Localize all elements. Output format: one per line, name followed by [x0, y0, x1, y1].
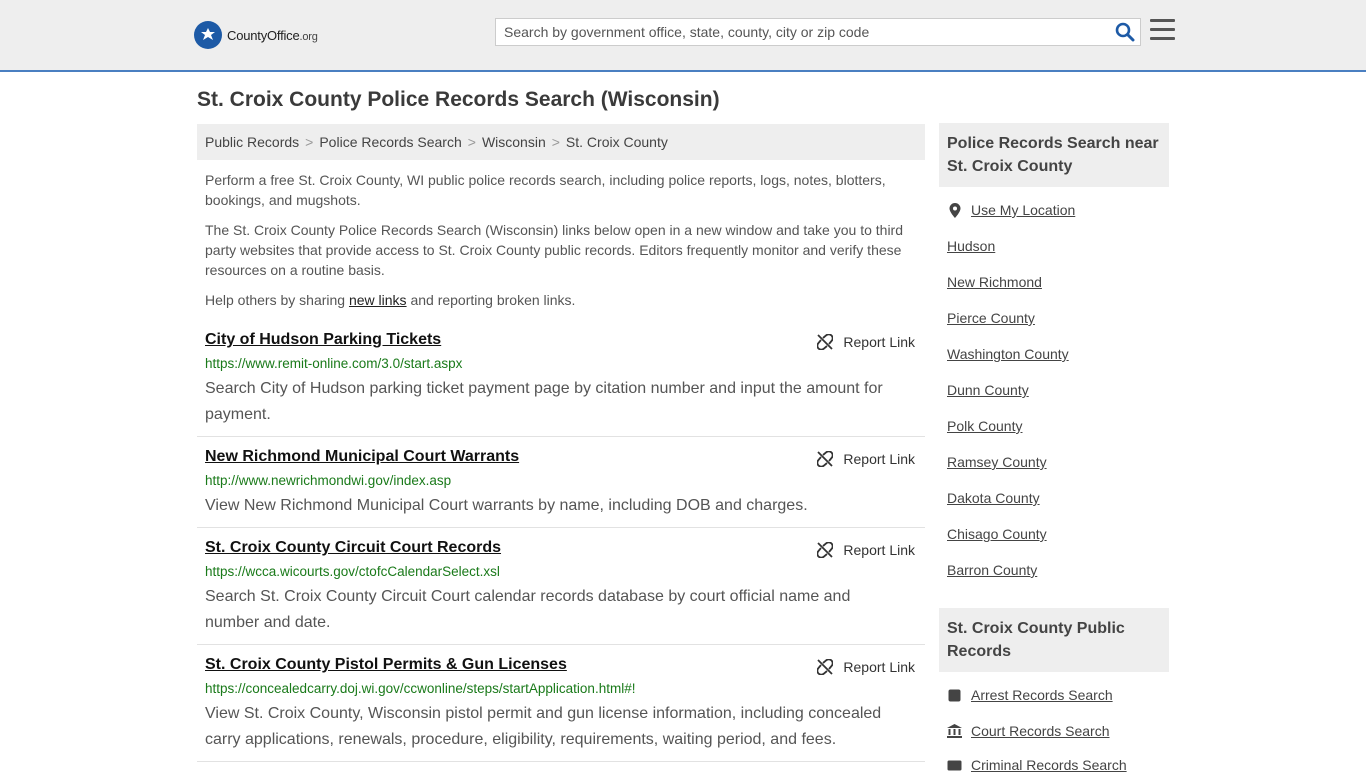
broken-link-icon — [817, 542, 834, 558]
breadcrumb-separator: > — [551, 134, 560, 150]
breadcrumb-wisconsin[interactable]: Wisconsin — [482, 134, 546, 150]
site-logo[interactable]: CountyOffice.org — [194, 20, 318, 50]
search-button[interactable] — [1114, 22, 1136, 42]
logo-text: CountyOffice.org — [227, 27, 318, 43]
breadcrumb-separator: > — [467, 134, 476, 150]
result-title-link[interactable]: City of Hudson Parking Tickets — [205, 331, 441, 349]
breadcrumb-st-croix-county[interactable]: St. Croix County — [566, 134, 668, 150]
sidebar-item-ramsey-county[interactable]: Ramsey County — [947, 454, 1047, 470]
courthouse-icon — [947, 724, 962, 738]
sidebar-item-barron-county[interactable]: Barron County — [947, 562, 1037, 578]
broken-link-icon — [817, 451, 834, 467]
sidebar-item-chisago-county[interactable]: Chisago County — [947, 526, 1047, 542]
report-link-button[interactable]: Report Link — [817, 451, 915, 467]
intro-paragraph-2: The St. Croix County Police Records Sear… — [205, 222, 903, 278]
result-title-link[interactable]: St. Croix County Pistol Permits & Gun Li… — [205, 656, 567, 674]
sidebar-item-hudson[interactable]: Hudson — [947, 238, 995, 254]
sidebar-nearby-heading: Police Records Search near St. Croix Cou… — [939, 123, 1169, 187]
use-my-location-link[interactable]: Use My Location — [947, 202, 1075, 218]
page-title: St. Croix County Police Records Search (… — [197, 88, 720, 111]
result-description: View New Richmond Municipal Court warran… — [205, 497, 808, 514]
report-link-button[interactable]: Report Link — [817, 542, 915, 558]
breadcrumb-police-records-search[interactable]: Police Records Search — [319, 134, 461, 150]
search-input[interactable] — [496, 19, 1106, 45]
result-description: Search St. Croix County Circuit Court ca… — [205, 588, 851, 631]
result-item: St. Croix County Circuit Court Records R… — [197, 539, 925, 645]
intro-paragraph-1: Perform a free St. Croix County, WI publ… — [205, 172, 886, 208]
result-url: https://wcca.wicourts.gov/ctofcCalendarS… — [205, 564, 500, 579]
sidebar-item-pierce-county[interactable]: Pierce County — [947, 310, 1035, 326]
result-item: St. Croix County Pistol Permits & Gun Li… — [197, 656, 925, 762]
result-title-link[interactable]: New Richmond Municipal Court Warrants — [205, 448, 519, 466]
map-pin-icon — [947, 202, 962, 218]
hamburger-menu-icon[interactable] — [1150, 19, 1175, 43]
seal-icon — [194, 21, 222, 49]
sidebar-item-new-richmond[interactable]: New Richmond — [947, 274, 1042, 290]
sidebar-item-arrest-records[interactable]: Arrest Records Search — [947, 687, 1113, 703]
report-link-button[interactable]: Report Link — [817, 334, 915, 350]
sidebar-item-criminal-records[interactable]: Criminal Records Search — [947, 757, 1127, 773]
breadcrumb-separator: > — [305, 134, 314, 150]
site-header: CountyOffice.org — [0, 0, 1366, 72]
result-url: http://www.newrichmondwi.gov/index.asp — [205, 473, 452, 488]
sidebar-item-court-records[interactable]: Court Records Search — [947, 723, 1110, 739]
sidebar-public-records-heading: St. Croix County Public Records — [939, 608, 1169, 672]
result-description: View St. Croix County, Wisconsin pistol … — [205, 705, 882, 748]
search-icon — [1115, 22, 1135, 42]
intro-paragraph-3: Help others by sharing new links and rep… — [205, 292, 576, 308]
result-item: New Richmond Municipal Court Warrants Re… — [197, 448, 925, 528]
id-card-icon — [947, 760, 962, 771]
sidebar-item-dakota-county[interactable]: Dakota County — [947, 490, 1040, 506]
breadcrumb: Public Records > Police Records Search > Wis… — [197, 124, 925, 160]
broken-link-icon — [817, 659, 834, 675]
report-link-button[interactable]: Report Link — [817, 659, 915, 675]
broken-link-icon — [817, 334, 834, 350]
new-links-link[interactable]: new links — [349, 292, 407, 308]
breadcrumb-public-records[interactable]: Public Records — [205, 134, 299, 150]
sidebar-item-washington-county[interactable]: Washington County — [947, 346, 1069, 362]
result-url: https://concealedcarry.doj.wi.gov/ccwonl… — [205, 681, 636, 696]
sidebar-item-dunn-county[interactable]: Dunn County — [947, 382, 1029, 398]
result-description: Search City of Hudson parking ticket pay… — [205, 380, 883, 423]
sidebar-item-polk-county[interactable]: Polk County — [947, 418, 1022, 434]
search-bar — [495, 18, 1141, 46]
result-title-link[interactable]: St. Croix County Circuit Court Records — [205, 539, 501, 557]
result-item: City of Hudson Parking Tickets Report Li… — [197, 331, 925, 437]
result-url: https://www.remit-online.com/3.0/start.a… — [205, 356, 463, 371]
square-icon — [947, 689, 962, 702]
